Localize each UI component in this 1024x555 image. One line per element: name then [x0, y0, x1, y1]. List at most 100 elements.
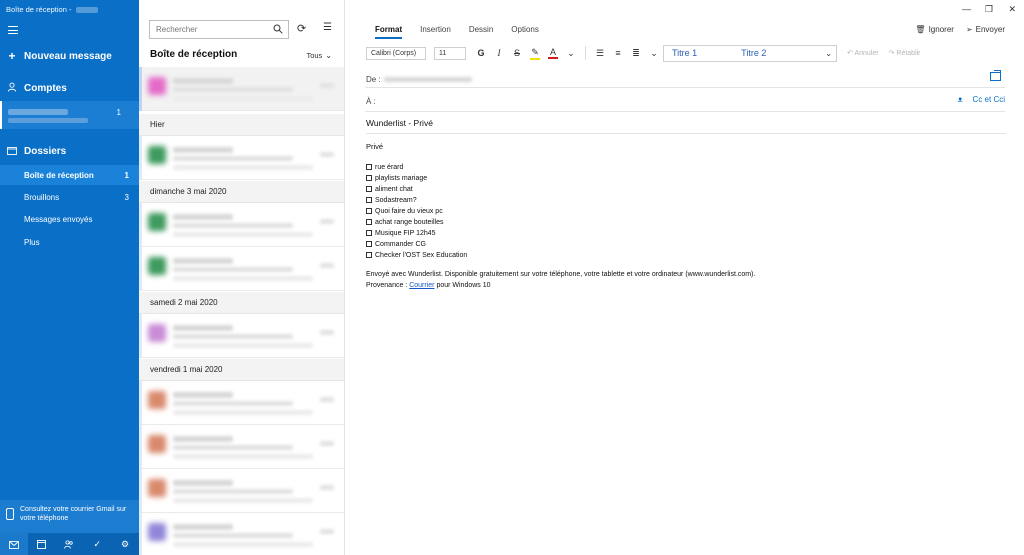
person-icon: ᴥ — [957, 95, 963, 104]
folder-icon — [0, 144, 24, 158]
mail-item[interactable] — [139, 469, 344, 513]
chevron-down-icon[interactable]: ⌄ — [825, 49, 832, 58]
new-message-button[interactable]: + Nouveau message — [0, 49, 139, 63]
checkbox-icon — [366, 197, 372, 203]
compose-actions: 🗑 Ignorer ➢ Envoyer — [915, 25, 1005, 34]
font-color-button[interactable]: A — [544, 47, 562, 59]
strikethrough-button[interactable]: S — [508, 48, 526, 58]
mail-item[interactable] — [139, 314, 344, 358]
checkbox-icon — [366, 219, 372, 225]
todo-icon[interactable]: ✓ — [83, 533, 111, 555]
ribbon-tabs: Format Insertion Dessin Options — [375, 25, 539, 39]
font-size-select[interactable]: 11 — [434, 46, 466, 60]
search-icon[interactable] — [273, 24, 283, 37]
provenance-line: Provenance : Courrier pour Windows 10 — [366, 282, 491, 289]
trash-icon: 🗑 — [915, 25, 926, 34]
from-field[interactable]: De : — [365, 70, 1005, 88]
mail-icon[interactable] — [0, 533, 28, 555]
checkbox-icon — [366, 241, 372, 247]
checklist-item: Quoi faire du vieux pc — [366, 206, 1006, 217]
selection-mode-icon[interactable]: ☰ — [323, 22, 332, 33]
close-button[interactable]: ✕ — [1008, 4, 1016, 15]
date-group-header: samedi 2 mai 2020 — [139, 292, 344, 314]
checklist-item: achat range bouteilles — [366, 217, 1006, 228]
phone-icon — [6, 508, 14, 520]
format-ribbon: Calibri (Corps) 11 G I S ✎ A ⌄ ☰ ≡ ≣ ⌄ T… — [366, 44, 1017, 62]
style-heading-1[interactable]: Titre 1 — [664, 48, 705, 58]
window-title: Boîte de réception - — [6, 5, 98, 14]
numbered-list-icon[interactable]: ≡ — [609, 48, 627, 58]
pop-out-icon[interactable] — [990, 70, 1001, 81]
tab-options[interactable]: Options — [511, 25, 539, 39]
bold-button[interactable]: G — [472, 48, 490, 58]
highlighter-icon: ✎ — [531, 46, 539, 57]
mail-item[interactable] — [139, 247, 344, 291]
checkbox-icon — [366, 164, 372, 170]
account-item[interactable]: 1 — [0, 101, 139, 129]
align-icon[interactable]: ≣ — [627, 48, 645, 59]
minimize-button[interactable]: — — [962, 4, 971, 14]
signature-text: Envoyé avec Wunderlist. Disponible gratu… — [366, 271, 756, 278]
chevron-down-icon[interactable]: ⌄ — [645, 48, 663, 59]
restore-button[interactable]: ❐ — [985, 4, 993, 15]
send-button[interactable]: ➢ Envoyer — [966, 25, 1005, 34]
highlight-button[interactable]: ✎ — [526, 47, 544, 60]
tab-insert[interactable]: Insertion — [420, 25, 451, 39]
tab-draw[interactable]: Dessin — [469, 25, 493, 39]
folder-title: Boîte de réception — [150, 49, 238, 60]
font-name-select[interactable]: Calibri (Corps) — [366, 46, 426, 60]
courrier-link[interactable]: Courrier — [409, 282, 434, 289]
folder-more[interactable]: Plus — [0, 232, 139, 252]
cc-bcc-button[interactable]: ᴥ Cc et Cci — [958, 95, 1005, 104]
checklist-item: aliment chat — [366, 184, 1006, 195]
subject-field[interactable]: Wunderlist - Privé — [366, 118, 1006, 134]
styles-gallery[interactable]: Titre 1 Titre 2 ⌄ — [663, 44, 837, 62]
checklist-item: playlists mariage — [366, 173, 1006, 184]
calendar-icon[interactable] — [28, 533, 56, 555]
mail-item[interactable] — [139, 513, 344, 555]
message-body[interactable]: Privé rue érard playlists mariage alimen… — [366, 141, 1006, 291]
account-unread-count: 1 — [116, 108, 121, 117]
italic-button[interactable]: I — [490, 48, 508, 58]
undo-button[interactable]: ↶ Annuler — [847, 49, 879, 57]
style-heading-2[interactable]: Titre 2 — [705, 48, 774, 58]
checklist-item: Checker l'OST Sex Education — [366, 250, 1006, 261]
font-color-icon: A — [549, 47, 556, 57]
person-icon — [0, 81, 24, 95]
discard-button[interactable]: 🗑 Ignorer — [915, 25, 954, 34]
mail-item[interactable] — [139, 67, 344, 111]
tab-format[interactable]: Format — [375, 25, 403, 39]
bullet-list-icon[interactable]: ☰ — [591, 48, 609, 59]
folder-sent[interactable]: Messages envoyés — [0, 209, 139, 229]
checkbox-icon — [366, 186, 372, 192]
folder-drafts[interactable]: Brouillons 3 — [0, 187, 139, 207]
checklist-item: Sodastream? — [366, 195, 1006, 206]
date-group-header: dimanche 3 mai 2020 — [139, 181, 344, 203]
settings-icon[interactable]: ⚙ — [111, 533, 139, 555]
chevron-down-icon: ⌄ — [325, 51, 332, 60]
checkbox-icon — [366, 230, 372, 236]
search-box[interactable] — [149, 20, 289, 39]
checklist-item: rue érard — [366, 162, 1006, 173]
folders-header[interactable]: Dossiers — [0, 144, 139, 158]
filter-dropdown[interactable]: Tous ⌄ — [306, 51, 332, 60]
hamburger-menu-icon[interactable] — [8, 26, 18, 34]
mail-item[interactable] — [139, 425, 344, 469]
folder-inbox[interactable]: Boîte de réception 1 — [0, 165, 139, 185]
checklist-item: Commander CG — [366, 239, 1006, 250]
app-switcher: ✓ ⚙ — [0, 533, 139, 555]
people-icon[interactable] — [56, 533, 84, 555]
mobile-promo[interactable]: Consultez votre courrier Gmail sur votre… — [0, 500, 139, 533]
redo-button[interactable]: ↷ Rétablir — [889, 49, 921, 57]
checkbox-icon — [366, 175, 372, 181]
chevron-down-icon[interactable]: ⌄ — [562, 48, 580, 59]
send-icon: ➢ — [965, 25, 973, 34]
accounts-header[interactable]: Comptes — [0, 81, 139, 95]
mail-item[interactable] — [139, 203, 344, 247]
mail-item[interactable] — [139, 136, 344, 180]
mail-item[interactable] — [139, 381, 344, 425]
body-heading: Privé — [366, 142, 384, 151]
to-field[interactable]: À : ᴥ Cc et Cci — [365, 92, 1005, 112]
sync-icon[interactable]: ⟳ — [297, 22, 306, 35]
search-input[interactable] — [156, 25, 266, 34]
